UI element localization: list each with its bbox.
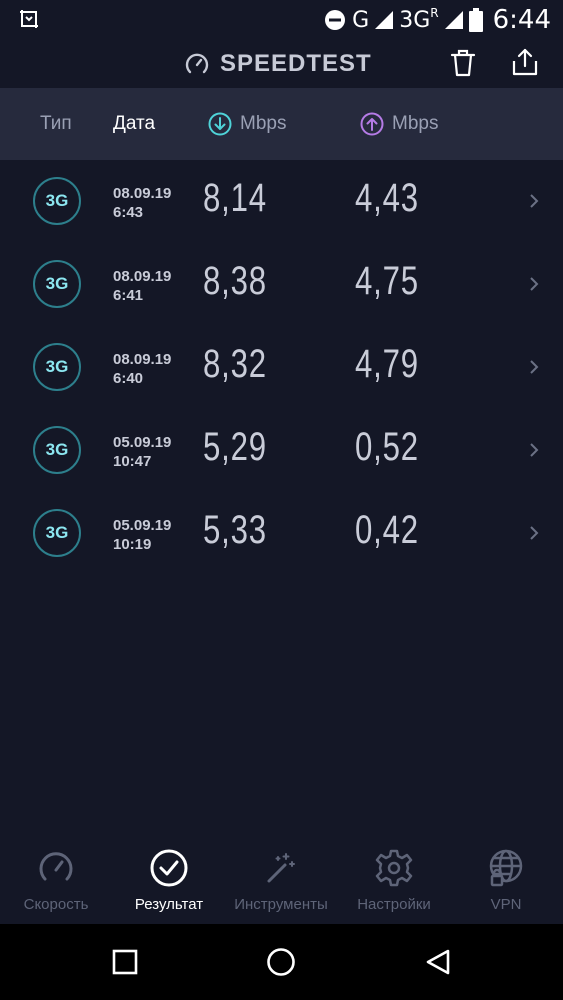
upload-speed: 4,43 — [355, 176, 419, 220]
check-circle-icon — [150, 849, 188, 887]
connection-type-badge: 3G — [33, 509, 81, 557]
nav-results-label: Результат — [134, 896, 204, 913]
result-row[interactable]: 3G 08.09.19 6:43 8,14 4,43 — [0, 160, 563, 243]
signal-icon — [375, 11, 394, 29]
result-time: 10:19 — [113, 536, 152, 553]
column-date[interactable]: Дата — [113, 88, 155, 160]
result-date: 08.09.19 — [113, 351, 172, 368]
connection-type-badge: 3G — [33, 260, 81, 308]
brand: SPEEDTEST — [184, 48, 372, 80]
result-datetime: 08.09.19 6:40 — [113, 350, 171, 388]
delete-results-button[interactable] — [448, 46, 478, 80]
nav-tools[interactable]: Инструменты — [226, 838, 336, 924]
trash-icon — [450, 49, 476, 77]
share-button[interactable] — [509, 45, 541, 79]
upload-speed: 4,79 — [355, 342, 419, 386]
result-row[interactable]: 3G 08.09.19 6:41 8,38 4,75 — [0, 243, 563, 326]
connection-type-badge: 3G — [33, 343, 81, 391]
download-speed: 5,33 — [203, 508, 267, 552]
chevron-right-icon — [530, 277, 539, 291]
results-list: 3G 08.09.19 6:43 8,14 4,43 3G 08.09.19 6… — [0, 160, 563, 575]
column-upload[interactable]: Mbps — [360, 88, 438, 160]
magic-wand-icon — [267, 853, 295, 883]
network-type: 3GR — [399, 5, 439, 33]
download-speed: 5,29 — [203, 425, 267, 469]
upload-unit-label: Mbps — [392, 113, 439, 134]
chevron-right-icon — [530, 443, 539, 457]
nav-speed-label: Скорость — [23, 896, 89, 913]
globe-lock-icon — [489, 849, 523, 887]
upload-speed: 0,52 — [355, 425, 419, 469]
bottom-navigation: Скорость Результат Инструменты Настройки… — [0, 838, 563, 924]
result-time: 6:40 — [113, 370, 144, 387]
download-arrow-icon — [208, 112, 232, 136]
gear-icon — [375, 849, 413, 887]
roaming-mark: R — [430, 5, 439, 20]
status-bar: G 3GR 6:44 — [0, 0, 563, 40]
result-row[interactable]: 3G 08.09.19 6:40 8,32 4,79 — [0, 326, 563, 409]
nav-results[interactable]: Результат — [124, 838, 214, 924]
nav-tools-label: Инструменты — [234, 896, 328, 913]
upload-arrow-icon — [360, 112, 384, 136]
chevron-right-icon — [530, 194, 539, 208]
result-time: 10:47 — [113, 453, 152, 470]
result-datetime: 05.09.19 10:47 — [113, 433, 171, 471]
connection-type-badge: 3G — [33, 426, 81, 474]
result-date: 08.09.19 — [113, 268, 172, 285]
connection-type-badge: 3G — [33, 177, 81, 225]
result-row[interactable]: 3G 05.09.19 10:47 5,29 0,52 — [0, 409, 563, 492]
nav-vpn[interactable]: VPN — [471, 838, 541, 924]
result-date: 08.09.19 — [113, 185, 172, 202]
signal-icon-2 — [444, 11, 463, 29]
nav-settings-label: Настройки — [357, 896, 431, 913]
recents-icon[interactable] — [112, 949, 138, 975]
download-speed: 8,38 — [203, 259, 267, 303]
result-datetime: 08.09.19 6:43 — [113, 184, 171, 222]
result-row[interactable]: 3G 05.09.19 10:19 5,33 0,42 — [0, 492, 563, 575]
status-icons: G 3GR 6:44 — [324, 4, 551, 36]
column-download[interactable]: Mbps — [208, 88, 286, 160]
home-icon[interactable] — [266, 947, 296, 977]
system-navigation-bar — [0, 924, 563, 1000]
download-speed: 8,32 — [203, 342, 267, 386]
result-datetime: 05.09.19 10:19 — [113, 516, 171, 554]
result-time: 6:41 — [113, 287, 144, 304]
screenshot-icon — [20, 10, 38, 28]
app-title: SPEEDTEST — [220, 50, 372, 77]
nav-speed[interactable]: Скорость — [16, 838, 96, 924]
share-icon — [512, 48, 538, 76]
app-header: SPEEDTEST — [0, 40, 563, 88]
results-column-header: Тип Дата Mbps Mbps — [0, 88, 563, 160]
network-letter: G — [352, 7, 370, 33]
clock: 6:44 — [492, 5, 551, 35]
download-speed: 8,14 — [203, 176, 267, 220]
back-icon[interactable] — [424, 948, 452, 976]
result-date: 05.09.19 — [113, 517, 172, 534]
upload-speed: 0,42 — [355, 508, 419, 552]
result-time: 6:43 — [113, 204, 144, 221]
upload-speed: 4,75 — [355, 259, 419, 303]
battery-icon — [468, 8, 483, 32]
result-datetime: 08.09.19 6:41 — [113, 267, 171, 305]
do-not-disturb-icon — [325, 10, 346, 30]
speedometer-icon — [39, 852, 73, 881]
chevron-right-icon — [530, 360, 539, 374]
download-unit-label: Mbps — [240, 113, 287, 134]
result-date: 05.09.19 — [113, 434, 172, 451]
speedometer-icon — [185, 53, 209, 74]
column-type[interactable]: Тип — [40, 88, 72, 160]
nav-vpn-label: VPN — [490, 896, 522, 913]
chevron-right-icon — [530, 526, 539, 540]
nav-settings[interactable]: Настройки — [349, 838, 439, 924]
